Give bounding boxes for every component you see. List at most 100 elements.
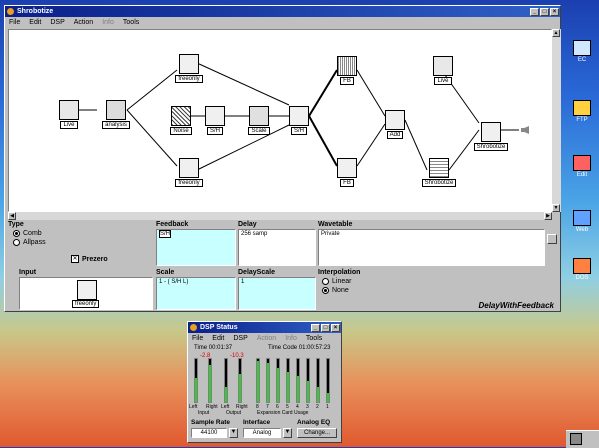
expansion-meter (296, 358, 300, 403)
change-eq-button[interactable]: Change... (297, 428, 337, 438)
node-label: Live (434, 77, 452, 85)
node-label: analysis (102, 121, 130, 129)
sample-rate-dropdown[interactable]: ▼ (229, 428, 238, 438)
expansion-title: Expansion Card Usage (257, 410, 309, 416)
scroll-left-arrow[interactable]: ◀ (8, 212, 16, 220)
tray-icon (570, 433, 582, 445)
desktop-icon-dos[interactable]: DOS (562, 258, 599, 281)
delay-field[interactable]: 256 samp (238, 229, 316, 266)
status-titlebar[interactable]: DSP Status _ □ × (188, 322, 341, 333)
node-label: freeonly (175, 179, 203, 187)
menu-dsp[interactable]: DSP (50, 19, 64, 26)
desktop-icon-label: FTP (576, 117, 588, 123)
scroll-down-arrow[interactable]: ▼ (552, 204, 560, 212)
window-title: DSP Status (200, 324, 238, 331)
desktop-icon-edit[interactable]: Edit (562, 155, 599, 178)
type-comb-radio[interactable]: Comb (13, 230, 42, 237)
menu-info[interactable]: Info (285, 335, 297, 342)
expansion-meter (316, 358, 320, 403)
expansion-meter (326, 358, 330, 403)
expansion-number: 1 (326, 404, 329, 410)
filter-icon (77, 280, 97, 300)
filter-icon (179, 158, 199, 178)
radio-label: None (332, 287, 349, 294)
input-meter (194, 358, 198, 403)
maximize-button[interactable]: □ (321, 323, 330, 332)
node-label: S/H (206, 127, 223, 135)
input-label: Input (19, 269, 37, 276)
radio-dot (13, 239, 20, 246)
delay-scale-field[interactable]: 1 (238, 277, 316, 310)
node-label: FB (340, 179, 354, 187)
sample-rate-field[interactable]: 44100 (191, 428, 227, 438)
close-button[interactable]: × (331, 323, 340, 332)
delay-scale-label: DelayScale (238, 269, 275, 276)
prezero-checkbox[interactable]: ✕ Prezero (71, 255, 108, 263)
desktop-icon-label: EC (577, 57, 587, 63)
menu-action[interactable]: Action (74, 19, 93, 26)
minimize-button[interactable]: _ (530, 7, 539, 16)
module-name: DelayWithFeedback (478, 301, 554, 310)
change-label: Change... (303, 430, 331, 436)
radio-label: Comb (23, 230, 42, 237)
desktop-icon-web[interactable]: Web (562, 210, 599, 233)
expansion-meter (306, 358, 310, 403)
minimize-button[interactable]: _ (311, 323, 320, 332)
wavetable-browse-button[interactable] (547, 234, 557, 244)
wavetable-field[interactable]: Private (318, 229, 545, 266)
interp-linear-radio[interactable]: Linear (322, 278, 351, 285)
menu-info[interactable]: Info (102, 19, 114, 26)
feedback-icon (337, 56, 357, 76)
feedback-value: S/H (159, 230, 172, 238)
main-titlebar[interactable]: Shrobotize _ □ × (5, 6, 560, 17)
menu-action[interactable]: Action (257, 335, 276, 342)
radio-dot (13, 230, 20, 237)
node-label: Shrobotize (473, 143, 509, 151)
interface-label: Interface (243, 419, 271, 426)
canvas-vertical-scrollbar[interactable]: ▲ ▼ (552, 29, 561, 212)
scroll-right-arrow[interactable]: ▶ (544, 212, 552, 220)
input-left-label: Left (189, 404, 198, 410)
output-group-title: Output (226, 410, 242, 416)
scale-field[interactable]: 1 - ( S/H L) (156, 277, 236, 310)
type-allpass-radio[interactable]: Allpass (13, 239, 46, 246)
input-field[interactable]: freeonly (19, 277, 153, 310)
desktop-icon-label: Edit (576, 172, 588, 178)
main-window: Shrobotize _ □ × File Edit DSP Action In… (4, 5, 561, 312)
menu-edit[interactable]: Edit (29, 19, 41, 26)
interp-none-radio[interactable]: None (322, 287, 349, 294)
desktop-icon-ftp[interactable]: FTP (562, 100, 599, 123)
desktop-icon-label: DOS (575, 275, 589, 281)
menu-file[interactable]: File (9, 19, 20, 26)
node-label: Shrobotize (421, 179, 457, 187)
desktop-icon-ec[interactable]: EC (562, 40, 599, 63)
dos-icon (573, 258, 591, 274)
node-label: freeonly (175, 75, 203, 83)
interface-dropdown[interactable]: ▼ (283, 428, 292, 438)
feedback-field[interactable]: S/H (156, 229, 236, 266)
scroll-up-arrow[interactable]: ▲ (552, 29, 560, 37)
input-meter (208, 358, 212, 403)
radio-label: Allpass (23, 239, 46, 246)
close-button[interactable]: × (550, 7, 559, 16)
interface-field[interactable]: Analog (243, 428, 281, 438)
maximize-button[interactable]: □ (540, 7, 549, 16)
input-node-label: freeonly (72, 300, 100, 308)
noise-icon (171, 106, 191, 126)
dsp-status-window: DSP Status _ □ × File Edit DSP Action In… (187, 321, 342, 443)
node-label: Live (60, 121, 78, 129)
menu-tools[interactable]: Tools (123, 19, 139, 26)
analysis-icon (106, 100, 126, 120)
delay-value: 256 samp (241, 231, 268, 237)
node-label: FB (340, 77, 354, 85)
patch-wires (79, 62, 519, 171)
menu-tools[interactable]: Tools (306, 335, 322, 342)
menu-edit[interactable]: Edit (212, 335, 224, 342)
radio-dot (322, 287, 329, 294)
menu-file[interactable]: File (192, 335, 203, 342)
canvas-horizontal-scrollbar[interactable]: ◀ ▶ (8, 212, 552, 220)
patch-canvas[interactable]: Live analysis freeonly Noise S/H Scale S… (8, 29, 552, 212)
menu-dsp[interactable]: DSP (233, 335, 247, 342)
system-tray[interactable] (566, 430, 599, 448)
input-group-title: Input (198, 410, 210, 416)
